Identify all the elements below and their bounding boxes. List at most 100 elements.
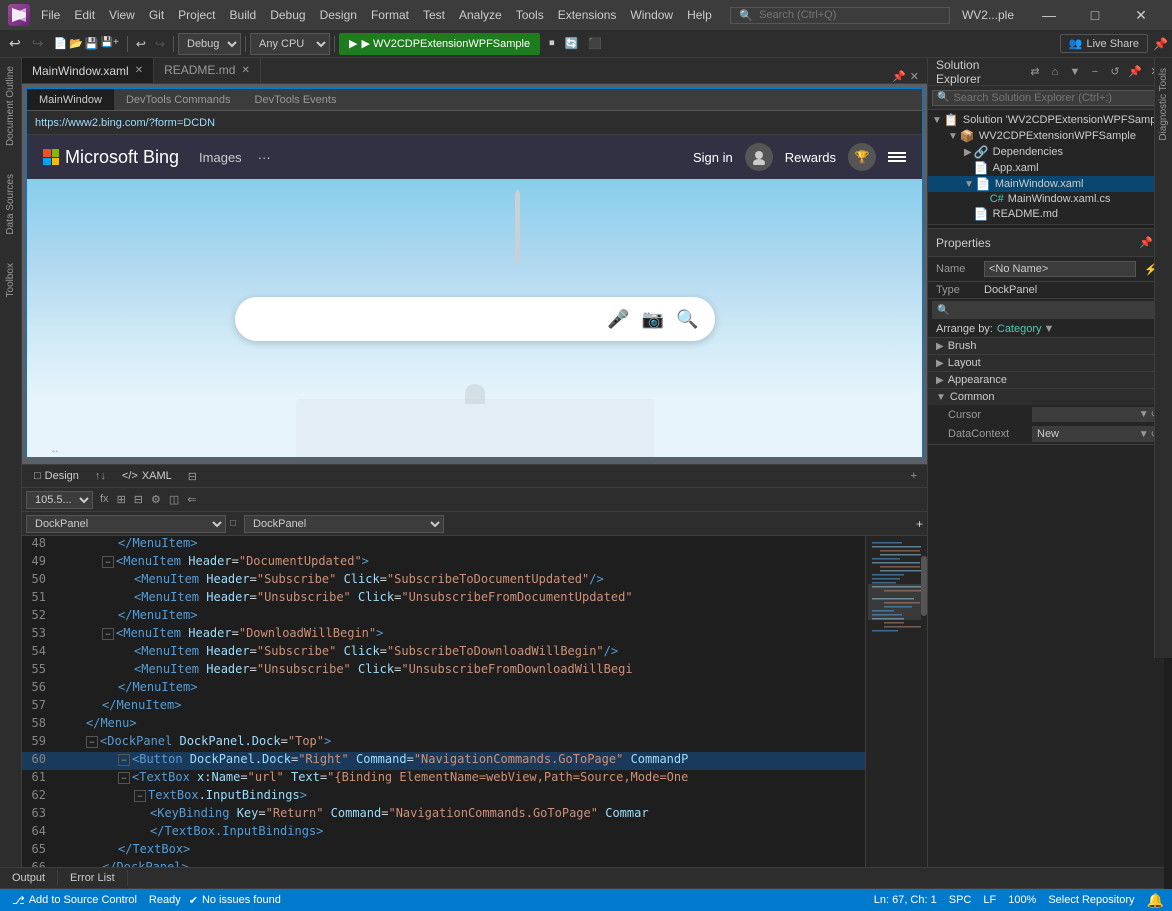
bing-signin[interactable]: Sign in (693, 150, 733, 165)
notifications-icon[interactable]: 🔔 (1147, 892, 1164, 909)
zoom-status[interactable]: 100% (1008, 894, 1036, 906)
new-file-icon[interactable]: 📄 (53, 37, 67, 50)
menu-view[interactable]: View (102, 4, 142, 26)
save-all-icon[interactable]: 💾+ (101, 37, 119, 50)
arrange-value[interactable]: Category (997, 323, 1042, 335)
config-dropdown[interactable]: Debug (178, 33, 241, 55)
appearance-group-header[interactable]: ▶ Appearance (928, 372, 1172, 388)
right-selector-dropdown[interactable]: DockPanel (244, 515, 444, 533)
menu-extensions[interactable]: Extensions (551, 4, 624, 26)
bing-search-icon[interactable]: 🔍 (676, 309, 698, 330)
bing-rewards[interactable]: Rewards (785, 150, 836, 165)
save-icon[interactable]: 💾 (85, 37, 99, 50)
design-view-button[interactable]: □ Design (26, 468, 87, 484)
bing-search-bar[interactable]: 🎤 📷 🔍 (235, 297, 715, 341)
maximize-button[interactable]: □ (1072, 0, 1118, 30)
menu-help[interactable]: Help (680, 4, 719, 26)
menu-test[interactable]: Test (416, 4, 452, 26)
bing-hamburger[interactable] (888, 152, 906, 162)
browser-tab-events[interactable]: DevTools Events (243, 89, 349, 110)
tree-readme-node[interactable]: ▶ 📄 README.md (928, 206, 1172, 222)
left-selector-dropdown[interactable]: DockPanel (26, 515, 226, 533)
close-button[interactable]: ✕ (1118, 0, 1164, 30)
expand-49[interactable]: − (102, 556, 114, 568)
sync-icon[interactable]: ⇄ (1026, 63, 1044, 81)
bing-avatar[interactable] (745, 143, 773, 171)
grid-icon[interactable]: ⊞ (114, 492, 129, 507)
prop-search-input[interactable] (949, 304, 1163, 316)
menu-window[interactable]: Window (623, 4, 680, 26)
solution-search-input[interactable] (953, 92, 1163, 104)
forward-button[interactable]: ↪ (27, 33, 49, 54)
tab-mainwindow-xaml[interactable]: MainWindow.xaml ✕ (22, 58, 154, 83)
bing-more-link[interactable]: ··· (258, 150, 271, 165)
live-share-button[interactable]: 👥 Live Share (1060, 34, 1148, 53)
fx-icon[interactable]: fx (97, 492, 112, 507)
expand-61[interactable]: − (118, 772, 130, 784)
cursor-value[interactable]: ▼ ↺ (1032, 407, 1164, 422)
pin-icon[interactable]: 📌 (1153, 37, 1168, 51)
tree-solution-node[interactable]: ▼ 📋 Solution 'WV2CDPExtensionWPFSample' (928, 112, 1172, 128)
layout-group-header[interactable]: ▶ Layout (928, 355, 1172, 371)
expand-53[interactable]: − (102, 628, 114, 640)
close-tab-icon[interactable]: ✕ (910, 70, 919, 83)
tab-readme-close[interactable]: ✕ (241, 65, 249, 76)
prop-pin-icon[interactable]: 📌 (1139, 236, 1153, 249)
menu-design[interactable]: Design (313, 4, 364, 26)
document-outline-tab[interactable]: Document Outline (3, 60, 18, 152)
expand-62[interactable]: − (134, 790, 146, 802)
back-button[interactable]: ↩ (4, 33, 26, 54)
cursor-dropdown-icon[interactable]: ▼ (1139, 409, 1149, 420)
browser-tab-devtools[interactable]: DevTools Commands (114, 89, 243, 110)
tree-app-xaml-node[interactable]: ▶ 📄 App.xaml (928, 160, 1172, 176)
run-button[interactable]: ▶ ▶ WV2CDPExtensionWPFSample (339, 33, 540, 55)
snap-icon[interactable]: ◫ (166, 492, 182, 507)
tree-dependencies-node[interactable]: ▶ 🔗 Dependencies (928, 144, 1172, 160)
filter-icon[interactable]: ▼ (1066, 63, 1084, 81)
redo-button[interactable]: ↪ (151, 35, 169, 53)
output-tab[interactable]: Output (0, 870, 58, 886)
resize-handle[interactable]: ↔ (50, 445, 60, 456)
bing-mic-icon[interactable]: 🎤 (607, 309, 629, 330)
tab-mainwindow-close[interactable]: ✕ (135, 65, 143, 76)
search-box[interactable]: 🔍 (730, 7, 950, 24)
menu-git[interactable]: Git (142, 4, 171, 26)
platform-dropdown[interactable]: Any CPU (250, 33, 330, 55)
source-control-item[interactable]: ⎇ Add to Source Control (8, 894, 141, 907)
xaml-view-arrows-up[interactable]: ↑↓ (87, 468, 114, 484)
align-icon[interactable]: ⇐ (184, 492, 199, 507)
search-input[interactable] (759, 9, 919, 21)
bing-search-input[interactable] (251, 310, 596, 328)
menu-tools[interactable]: Tools (509, 4, 551, 26)
menu-analyze[interactable]: Analyze (452, 4, 509, 26)
settings-icon[interactable]: ⚙ (148, 492, 164, 507)
home-icon[interactable]: ⌂ (1046, 63, 1064, 81)
error-status[interactable]: ✔ No issues found (189, 894, 281, 907)
tab-readme[interactable]: README.md ✕ (154, 58, 261, 83)
refresh-icon[interactable]: ↺ (1106, 63, 1124, 81)
pin-tab-icon[interactable]: 📌 (892, 70, 906, 83)
breakpoint-icon[interactable]: ⬛ (584, 35, 606, 52)
xaml-view-button[interactable]: </> XAML (114, 468, 180, 484)
menu-format[interactable]: Format (364, 4, 416, 26)
undo-button[interactable]: ↩ (132, 35, 150, 53)
menu-build[interactable]: Build (223, 4, 264, 26)
expand-59[interactable]: − (86, 736, 98, 748)
browser-tab-mainwindow[interactable]: MainWindow (27, 89, 114, 110)
arrange-dropdown-icon[interactable]: ▼ (1044, 323, 1055, 335)
menu-file[interactable]: File (34, 4, 67, 26)
error-list-tab[interactable]: Error List (58, 870, 128, 886)
view-toolbar-action[interactable]: + (905, 468, 923, 484)
menu-project[interactable]: Project (171, 4, 222, 26)
menu-edit[interactable]: Edit (67, 4, 102, 26)
datacontext-dropdown-icon[interactable]: ▼ (1139, 429, 1149, 440)
datacontext-value[interactable]: New ▼ ↺ (1032, 426, 1164, 442)
open-icon[interactable]: 📂 (69, 37, 83, 50)
bing-images-link[interactable]: Images (199, 150, 242, 165)
tree-mainwindow-node[interactable]: ▼ 📄 MainWindow.xaml (928, 176, 1172, 192)
prop-name-input[interactable] (984, 261, 1136, 277)
expand-60[interactable]: − (118, 754, 130, 766)
pin-se-icon[interactable]: 📌 (1126, 63, 1144, 81)
stop-icon[interactable]: ⏹ (545, 35, 559, 52)
common-group-header[interactable]: ▼ Common (928, 389, 1172, 405)
